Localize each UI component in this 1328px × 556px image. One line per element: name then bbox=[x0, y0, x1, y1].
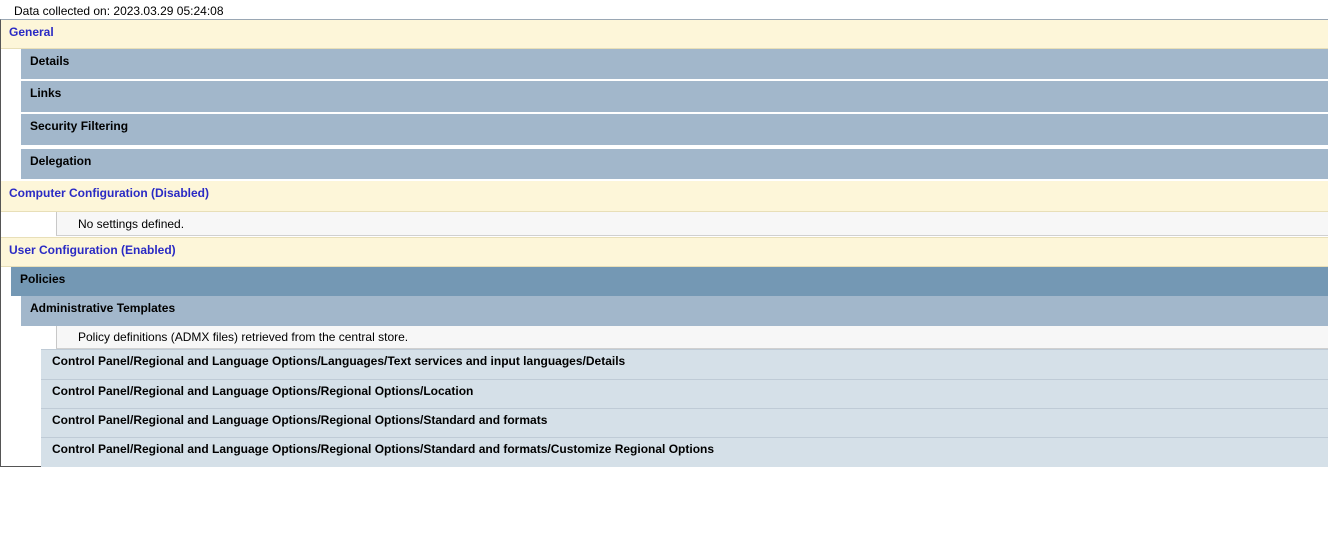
category-security-filtering[interactable]: Security Filtering bbox=[21, 114, 1328, 145]
policy-path-item[interactable]: Control Panel/Regional and Language Opti… bbox=[41, 437, 1328, 467]
section-computer-configuration[interactable]: Computer Configuration (Disabled) bbox=[1, 181, 1328, 212]
category-details[interactable]: Details bbox=[21, 49, 1328, 79]
policy-path-item[interactable]: Control Panel/Regional and Language Opti… bbox=[41, 379, 1328, 408]
gpo-report: Data collected on: 2023.03.29 05:24:08 G… bbox=[0, 0, 1328, 556]
category-delegation[interactable]: Delegation bbox=[21, 149, 1328, 179]
admx-source-note: Policy definitions (ADMX files) retrieve… bbox=[56, 326, 1328, 349]
policy-path-item[interactable]: Control Panel/Regional and Language Opti… bbox=[41, 408, 1328, 437]
category-administrative-templates[interactable]: Administrative Templates bbox=[21, 296, 1328, 326]
category-links[interactable]: Links bbox=[21, 81, 1328, 112]
divider bbox=[21, 145, 1328, 147]
no-settings-note: No settings defined. bbox=[56, 212, 1328, 236]
category-policies[interactable]: Policies bbox=[11, 267, 1328, 296]
section-user-configuration[interactable]: User Configuration (Enabled) bbox=[1, 237, 1328, 267]
section-general[interactable]: General bbox=[1, 20, 1328, 49]
policy-path-item[interactable]: Control Panel/Regional and Language Opti… bbox=[41, 349, 1328, 379]
data-collected-timestamp: Data collected on: 2023.03.29 05:24:08 bbox=[14, 4, 224, 18]
